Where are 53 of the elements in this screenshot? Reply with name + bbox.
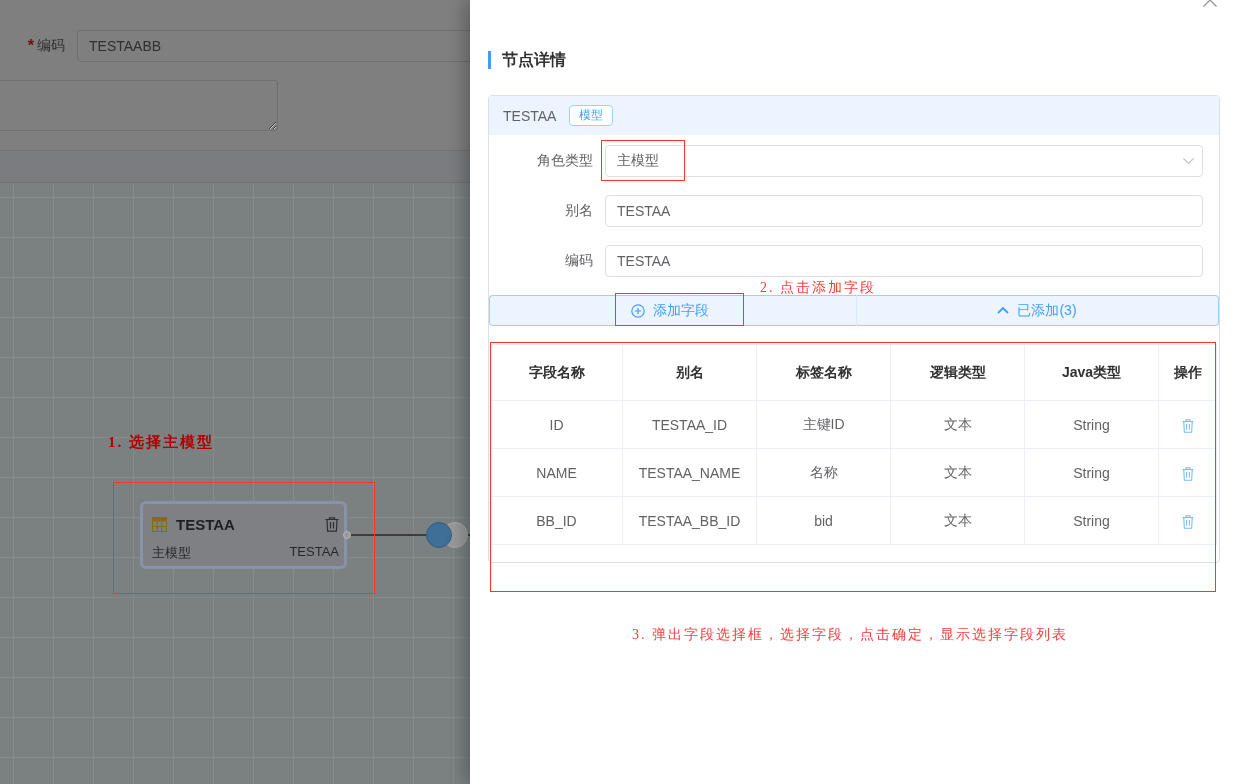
table-cell: String: [1073, 464, 1110, 481]
table-cell: 文本: [943, 511, 972, 528]
table-cell: TESTAA_NAME: [638, 464, 741, 481]
trash-icon[interactable]: [1181, 418, 1194, 433]
role-select[interactable]: 主模型: [605, 145, 1203, 177]
trash-icon[interactable]: [1181, 466, 1194, 481]
annotation-text: 2. 点击添加字段: [760, 279, 876, 297]
close-icon[interactable]: [1203, 0, 1217, 7]
table-cell: String: [1073, 512, 1110, 529]
table-cell: BB_ID: [536, 512, 577, 529]
field-label: 别名: [564, 202, 594, 220]
type-tag: 模型: [569, 105, 614, 126]
column-header: 别名: [675, 363, 704, 380]
annotation-text: 3. 弹出字段选择框，选择字段，点击确定，显示选择字段列表: [632, 626, 1068, 644]
node-title: TESTAA: [176, 515, 236, 533]
circle-plus-icon: [631, 303, 645, 318]
field-label: 角色类型: [536, 152, 594, 170]
add-field-button[interactable]: 添加字段: [489, 295, 857, 326]
connection-handle-icon[interactable]: [426, 522, 468, 548]
node-code: TESTAA: [289, 544, 339, 561]
table-cell: 文本: [943, 415, 972, 432]
chevron-down-icon: [1183, 158, 1194, 164]
card-title: TESTAA: [503, 107, 557, 124]
text-input[interactable]: TESTAA: [605, 195, 1203, 227]
field-label: 编码: [564, 252, 594, 270]
table-cell: ID: [549, 416, 564, 433]
model-node[interactable]: TESTAA 主模型 TESTAA: [140, 501, 347, 569]
annotation-text: 1. 选择主模型: [108, 433, 214, 451]
text-input[interactable]: TESTAA: [605, 245, 1203, 277]
column-header: 操作: [1173, 363, 1202, 380]
column-header: 字段名称: [528, 363, 585, 380]
trash-icon[interactable]: [1181, 514, 1194, 529]
table-cell: 主键ID: [802, 415, 845, 432]
table-cell: 名称: [809, 463, 838, 480]
column-header: 逻辑类型: [929, 363, 986, 380]
trash-icon[interactable]: [325, 516, 339, 532]
code-input[interactable]: TESTAABB: [77, 30, 470, 62]
node-role: 主模型: [152, 544, 191, 562]
required-mark: *: [27, 37, 34, 55]
added-toggle-button[interactable]: 已添加(3): [857, 295, 1219, 326]
column-header: 标签名称: [795, 363, 852, 380]
table-cell: String: [1073, 416, 1110, 433]
section-title: 节点详情: [488, 51, 566, 69]
table-cell: bid: [814, 512, 833, 529]
field-label: 编码: [37, 37, 65, 55]
table-cell: 文本: [943, 463, 972, 480]
table-cell: NAME: [536, 464, 577, 481]
port-icon[interactable]: [343, 531, 351, 539]
description-textarea[interactable]: [0, 80, 278, 131]
table-cell: TESTAA_BB_ID: [638, 512, 741, 529]
column-header: Java类型: [1061, 363, 1122, 380]
table-icon: [152, 516, 167, 532]
table-cell: TESTAA_ID: [651, 416, 728, 433]
